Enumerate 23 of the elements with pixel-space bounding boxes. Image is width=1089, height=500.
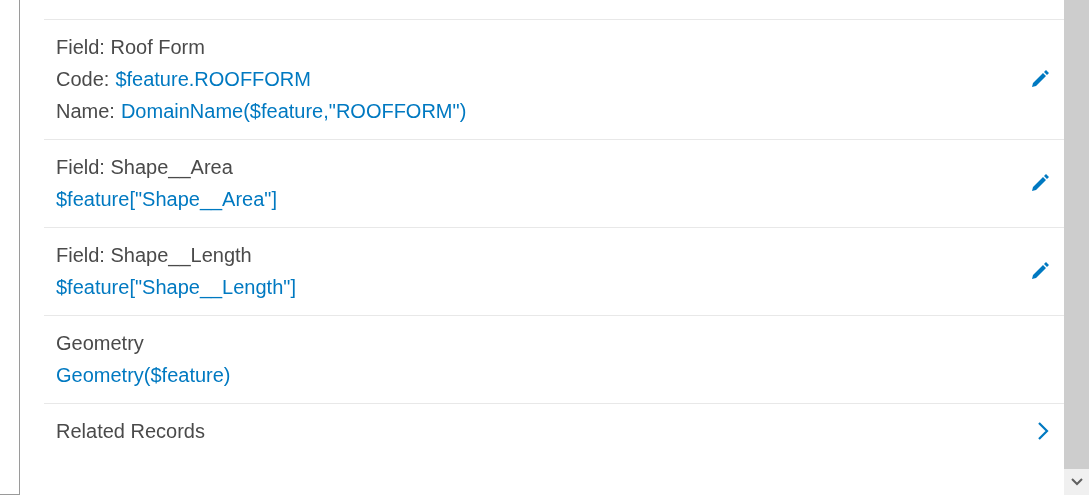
expression-text: $feature["Shape__Area"] bbox=[56, 188, 278, 210]
chevron-down-icon bbox=[1070, 478, 1083, 486]
field-label: Geometry bbox=[56, 332, 144, 354]
field-label: Related Records bbox=[56, 420, 205, 442]
expand-button[interactable] bbox=[1037, 422, 1049, 440]
edit-button[interactable] bbox=[1031, 262, 1049, 280]
chevron-right-icon bbox=[1037, 422, 1049, 440]
pencil-icon bbox=[1031, 174, 1049, 192]
field-label: Field: Shape__Area bbox=[56, 156, 233, 178]
field-label: Field: Shape__Length bbox=[56, 244, 252, 266]
pencil-icon bbox=[1031, 262, 1049, 280]
edit-button[interactable] bbox=[1031, 174, 1049, 192]
field-label: Field: Roof Form bbox=[56, 36, 205, 58]
scrollbar[interactable] bbox=[1064, 0, 1089, 495]
expression-text: $feature.ROOFFORM bbox=[115, 68, 311, 90]
expression-text: DomainName($feature,"ROOFFORM") bbox=[120, 100, 467, 122]
field-label: Code: bbox=[56, 68, 110, 90]
pencil-icon bbox=[1031, 70, 1049, 88]
field-label: Name: bbox=[56, 100, 115, 122]
edit-button[interactable] bbox=[1031, 70, 1049, 88]
expression-text: Geometry($feature) bbox=[56, 364, 231, 386]
expression-text: $feature["Shape__Length"] bbox=[56, 276, 296, 298]
scroll-down-button[interactable] bbox=[1064, 469, 1089, 495]
